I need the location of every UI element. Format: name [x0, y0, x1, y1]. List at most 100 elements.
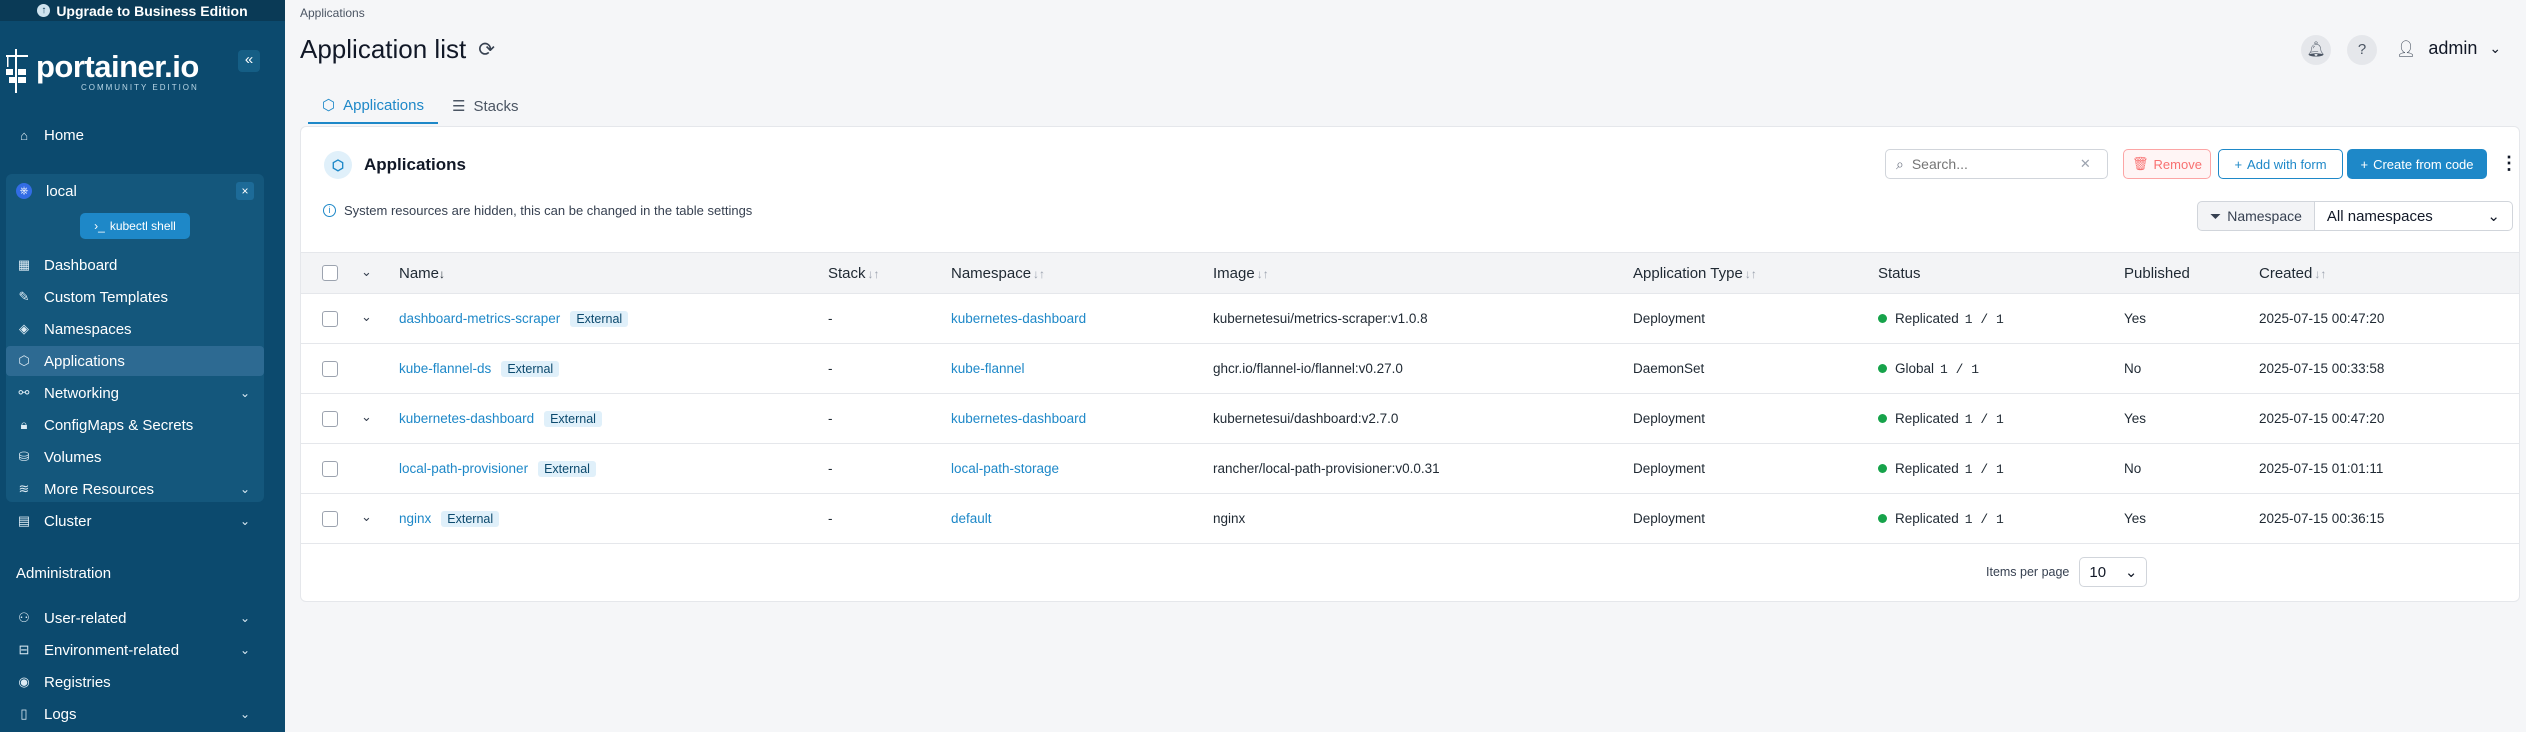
close-environment-icon[interactable]: × — [236, 182, 254, 200]
chevron-down-icon[interactable]: ⌄ — [240, 643, 250, 657]
namespace-link[interactable]: local-path-storage — [951, 461, 1059, 476]
upgrade-label: Upgrade to Business Edition — [56, 2, 248, 19]
table-row[interactable]: local-path-provisioner External - local-pat… — [301, 444, 2519, 494]
namespace-link[interactable]: kubernetes-dashboard — [951, 411, 1086, 426]
column-header-name[interactable]: Name↓ — [399, 265, 445, 282]
box-icon: ⬡ — [322, 97, 336, 114]
column-label: Image — [1213, 265, 1255, 282]
row-checkbox[interactable] — [322, 311, 338, 327]
chevron-down-icon[interactable]: ⌄ — [240, 514, 250, 528]
namespace-select[interactable]: All namespaces ⌄ — [2314, 201, 2513, 231]
help-icon[interactable]: ? — [2347, 35, 2377, 65]
namespace-link[interactable]: default — [951, 511, 992, 526]
published-cell: Yes — [2124, 311, 2147, 326]
sidebar-item-environment-related[interactable]: ⊟ Environment-related ⌄ — [6, 635, 264, 665]
more-options-icon[interactable]: ⋮ — [2500, 153, 2518, 174]
chevron-down-icon[interactable]: ⌄ — [240, 386, 250, 400]
table-row[interactable]: kube-flannel-ds External - kube-flannel ghcr… — [301, 344, 2519, 394]
chevron-down-icon[interactable]: ⌄ — [240, 611, 250, 625]
status-cell: Replicated 1 / 1 — [1878, 411, 2004, 427]
remove-button[interactable]: 🗑︎ Remove — [2123, 149, 2211, 179]
clear-search-icon[interactable]: ✕ — [2080, 156, 2091, 172]
column-header-application-type[interactable]: Application Type ↓↑ — [1633, 265, 1757, 282]
table-row[interactable]: ⌄ dashboard-metrics-scraper External - kuber… — [301, 294, 2519, 344]
column-header-published[interactable]: Published — [2124, 265, 2190, 282]
expand-all-icon[interactable]: ⌄ — [361, 264, 372, 280]
column-header-namespace[interactable]: Namespace ↓↑ — [951, 265, 1045, 282]
sidebar-item-label: Registries — [44, 673, 111, 691]
sidebar-item-label: More Resources — [44, 480, 155, 498]
sidebar-item-networking[interactable]: ⚯ Networking ⌄ — [6, 378, 264, 408]
tab-applications[interactable]: ⬡ Applications — [308, 88, 438, 124]
search-input[interactable] — [1911, 156, 2072, 172]
add-with-form-button[interactable]: + Add with form — [2218, 149, 2343, 179]
sidebar-item-configmaps[interactable]: 🔒︎ ConfigMaps & Secrets — [6, 410, 264, 440]
application-link[interactable]: kube-flannel-ds — [399, 361, 491, 376]
user-menu[interactable]: 👤︎ admin ⌄ — [2396, 38, 2501, 59]
sidebar-item-namespaces[interactable]: ◈ Namespaces — [6, 314, 264, 344]
collapse-sidebar-button[interactable]: « — [238, 50, 260, 72]
status-dot-icon — [1878, 364, 1887, 373]
select-all-checkbox[interactable] — [322, 265, 338, 281]
column-label: Published — [2124, 265, 2190, 282]
items-per-page-select[interactable]: 10 ⌄ — [2079, 557, 2148, 587]
table-row[interactable]: ⌄ nginx External - default nginx Deployment Rep… — [301, 494, 2519, 544]
search-box[interactable]: ⌕ ✕ — [1885, 149, 2108, 179]
notifications-bell-icon[interactable]: 🔔︎ — [2301, 35, 2331, 65]
portainer-logo[interactable]: portainer.io COMMUNITY EDITION — [4, 46, 199, 96]
namespace-filter-label: ⏷ Namespace — [2197, 201, 2315, 231]
tab-stacks[interactable]: ☰ Stacks — [438, 88, 532, 124]
column-header-image[interactable]: Image ↓↑ — [1213, 265, 1269, 282]
tab-label: Stacks — [473, 97, 519, 115]
sidebar-item-registries[interactable]: ◉ Registries — [6, 667, 264, 697]
row-checkbox[interactable] — [322, 511, 338, 527]
sidebar-item-volumes[interactable]: ⛁ Volumes — [6, 442, 264, 472]
sidebar-item-label: Cluster — [44, 512, 92, 530]
expand-row-icon[interactable]: ⌄ — [361, 509, 372, 525]
namespace-link[interactable]: kubernetes-dashboard — [951, 311, 1086, 326]
namespace-link[interactable]: kube-flannel — [951, 361, 1025, 376]
application-link[interactable]: kubernetes-dashboard — [399, 411, 534, 426]
stack-cell: - — [828, 411, 833, 426]
table-row[interactable]: ⌄ kubernetes-dashboard External - kubernetes… — [301, 394, 2519, 444]
status-dot-icon — [1878, 514, 1887, 523]
sidebar-item-applications[interactable]: ⬡ Applications — [6, 346, 264, 376]
sidebar-item-logs[interactable]: ▯ Logs ⌄ — [6, 699, 264, 729]
kubernetes-icon: ⎈ — [16, 183, 32, 199]
application-link[interactable]: nginx — [399, 511, 431, 526]
column-header-status[interactable]: Status — [1878, 265, 1921, 282]
breadcrumb[interactable]: Applications — [300, 6, 365, 20]
sidebar-item-custom-templates[interactable]: ✎ Custom Templates — [6, 282, 264, 312]
kubectl-shell-button[interactable]: ›_ kubectl shell — [80, 213, 190, 239]
sidebar: ↑ Upgrade to Business Edition portainer.… — [0, 0, 285, 732]
column-header-created[interactable]: Created ↓↑ — [2259, 265, 2326, 282]
status-cell: Replicated 1 / 1 — [1878, 311, 2004, 327]
sidebar-item-more-resources[interactable]: ≋ More Resources ⌄ — [6, 474, 264, 504]
expand-row-icon[interactable]: ⌄ — [361, 309, 372, 325]
application-link[interactable]: local-path-provisioner — [399, 461, 528, 476]
sidebar-item-label: Logs — [44, 705, 77, 723]
row-checkbox[interactable] — [322, 461, 338, 477]
chevron-down-icon[interactable]: ⌄ — [240, 707, 250, 721]
refresh-icon[interactable]: ⟳ — [478, 37, 495, 62]
expand-row-icon[interactable]: ⌄ — [361, 409, 372, 425]
lock-icon: 🔒︎ — [20, 417, 28, 432]
info-icon: i — [323, 204, 336, 217]
column-header-stack[interactable]: Stack ↓↑ — [828, 265, 880, 282]
image-cell: kubernetesui/metrics-scraper:v1.0.8 — [1213, 311, 1428, 326]
chevron-down-icon[interactable]: ⌄ — [240, 482, 250, 496]
row-checkbox[interactable] — [322, 361, 338, 377]
external-badge: External — [441, 511, 500, 527]
environment-header: ⎈ local — [16, 178, 77, 204]
upgrade-banner[interactable]: ↑ Upgrade to Business Edition — [0, 0, 285, 21]
application-link[interactable]: dashboard-metrics-scraper — [399, 311, 560, 326]
environment-name: local — [46, 182, 77, 200]
administration-heading: Administration — [16, 565, 112, 582]
sidebar-item-dashboard[interactable]: ▦ Dashboard — [6, 250, 264, 280]
row-checkbox[interactable] — [322, 411, 338, 427]
create-from-code-button[interactable]: + Create from code — [2347, 149, 2487, 179]
sidebar-item-user-related[interactable]: ⚇ User-related ⌄ — [6, 603, 264, 633]
sidebar-item-cluster[interactable]: ▤ Cluster ⌄ — [6, 506, 264, 536]
sidebar-item-home[interactable]: ⌂ Home — [6, 120, 264, 150]
plus-icon: + — [2234, 156, 2243, 172]
